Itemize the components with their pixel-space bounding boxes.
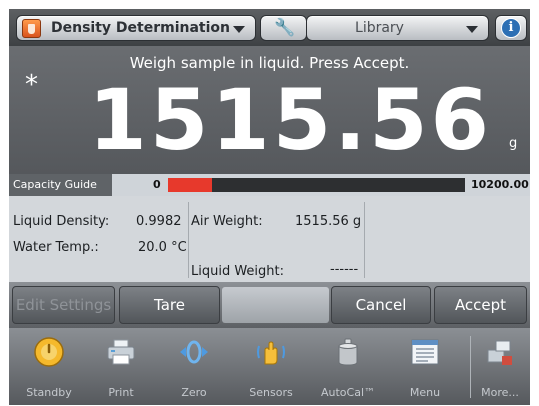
info-button[interactable]: i <box>495 15 527 41</box>
toolbar-menu[interactable]: Menu <box>393 328 457 405</box>
liquid-density-label: Liquid Density: <box>13 214 110 229</box>
library-label: Library <box>355 20 404 36</box>
weight-value: 1515.56 <box>88 71 492 169</box>
empty-button-slot <box>222 287 329 323</box>
application-select[interactable]: Density Determination <box>16 15 256 41</box>
bottom-toolbar: Standby Print Zero Sensors AutoCal™ Menu… <box>9 328 530 405</box>
capacity-fill <box>168 178 213 192</box>
toolbar-label: Menu <box>409 386 441 399</box>
tare-button[interactable]: Tare <box>119 286 220 324</box>
density-app-icon <box>22 19 41 38</box>
toolbar-label: Zero <box>181 386 207 399</box>
printer-icon <box>107 339 135 365</box>
application-name: Density Determination <box>51 20 230 36</box>
liquid-density-value: 0.9982 <box>136 214 182 229</box>
air-weight-value: 1515.56 g <box>295 214 362 229</box>
toolbar-label: Sensors <box>249 386 293 399</box>
menu-icon <box>411 339 439 365</box>
wrench-icon: 🔧 <box>274 18 296 38</box>
weight-unit[interactable]: g <box>509 136 517 151</box>
toolbar-more[interactable]: More... <box>468 328 530 405</box>
balance-screen: Density Determination 🔧 Library i Weigh … <box>9 9 530 405</box>
toolbar-standby[interactable]: Standby <box>17 328 81 405</box>
liquid-weight-value: ------ <box>330 262 359 277</box>
capacity-guide: Capacity Guide 0 10200.00 <box>9 174 530 196</box>
toolbar-label: More... <box>481 386 519 399</box>
water-temp-label: Water Temp.: <box>13 240 99 255</box>
cancel-button[interactable]: Cancel <box>331 286 431 324</box>
capacity-min: 0 <box>153 178 161 191</box>
toolbar-zero[interactable]: Zero <box>162 328 226 405</box>
calibration-weight-icon <box>338 338 358 366</box>
toolbar-sensors[interactable]: Sensors <box>239 328 303 405</box>
weight-display: Weigh sample in liquid. Press Accept. * … <box>9 46 530 174</box>
action-button-row: Edit Settings Tare Cancel Accept <box>9 282 530 328</box>
hand-sensor-icon <box>257 341 285 365</box>
standby-icon <box>34 337 64 367</box>
water-temp-value: 20.0 °C <box>138 240 187 255</box>
toolbar-label: AutoCal™ <box>320 386 376 399</box>
library-select[interactable]: Library <box>306 15 489 41</box>
chevron-down-icon <box>233 26 245 33</box>
capacity-bar <box>168 178 465 192</box>
more-icon <box>487 340 512 365</box>
toolbar-label: Print <box>108 386 134 399</box>
stability-indicator: * <box>25 70 38 100</box>
info-panel: Liquid Density: 0.9982 Water Temp.: 20.0… <box>9 196 530 282</box>
settings-button[interactable]: 🔧 <box>260 15 307 41</box>
chevron-down-icon <box>466 26 478 33</box>
liquid-weight-label: Liquid Weight: <box>191 264 285 279</box>
info-icon: i <box>501 18 521 38</box>
capacity-guide-label: Capacity Guide <box>13 178 97 191</box>
toolbar-autocal[interactable]: AutoCal™ <box>316 328 380 405</box>
accept-button[interactable]: Accept <box>434 286 527 324</box>
air-weight-label: Air Weight: <box>191 214 263 229</box>
top-bar: Density Determination 🔧 Library i <box>9 9 530 46</box>
edit-settings-button[interactable]: Edit Settings <box>12 286 115 324</box>
toolbar-print[interactable]: Print <box>89 328 153 405</box>
toolbar-label: Standby <box>26 386 72 399</box>
capacity-max: 10200.00 <box>471 178 529 191</box>
zero-icon <box>180 340 208 364</box>
